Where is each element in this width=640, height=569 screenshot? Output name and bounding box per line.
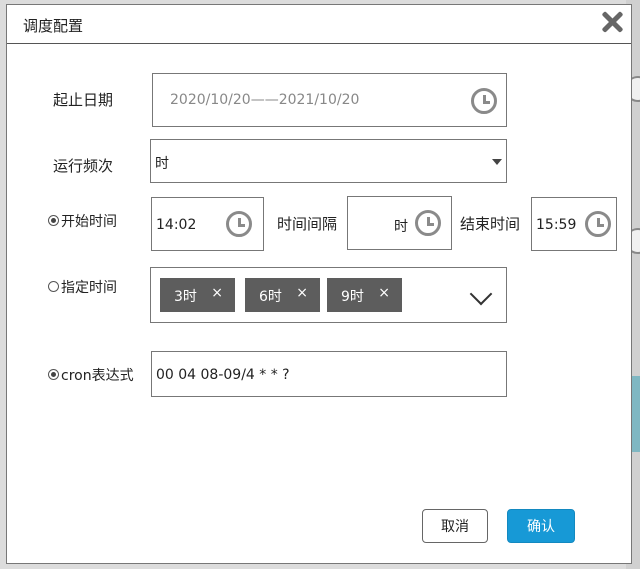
end-time-field[interactable]: 15:59 (531, 197, 617, 251)
frequency-value: 时 (155, 156, 169, 172)
confirm-button[interactable]: 确认 (507, 509, 575, 543)
interval-value: 时 (394, 219, 408, 235)
interval-field[interactable]: 时 (347, 196, 452, 250)
remove-tag-icon[interactable]: × (211, 285, 223, 301)
time-tag: 9时 × (327, 278, 402, 312)
start-time-field[interactable]: 14:02 (151, 197, 264, 251)
cron-label: cron表达式 (61, 368, 134, 384)
chevron-down-icon[interactable] (469, 282, 493, 306)
time-tag: 3时 × (160, 278, 235, 312)
specified-time-radio[interactable] (48, 281, 59, 292)
time-tag: 6时 × (245, 278, 320, 312)
time-tag-label: 3时 (174, 289, 197, 305)
close-icon[interactable] (599, 9, 625, 35)
frequency-select[interactable]: 时 (150, 139, 507, 183)
time-tag-label: 9时 (341, 289, 364, 305)
end-time-value: 15:59 (536, 217, 577, 233)
remove-tag-icon[interactable]: × (296, 285, 308, 301)
frequency-label: 运行频次 (53, 157, 114, 175)
date-range-value: 2020/10/20——2021/10/20 (170, 92, 360, 108)
date-range-label: 起止日期 (53, 91, 114, 109)
schedule-config-dialog: 调度配置 起止日期 2020/10/20——2021/10/20 运行频次 时 … (6, 4, 632, 564)
clock-icon[interactable] (415, 210, 441, 236)
cron-input[interactable]: 00 04 08-09/4 * * ? (151, 351, 507, 397)
start-time-radio[interactable] (48, 215, 59, 226)
cron-value: 00 04 08-09/4 * * ? (156, 367, 290, 383)
caret-down-icon (492, 159, 502, 165)
clock-icon[interactable] (226, 211, 252, 237)
dialog-header: 调度配置 (7, 5, 631, 44)
date-range-field[interactable]: 2020/10/20——2021/10/20 (152, 73, 507, 127)
start-time-label: 开始时间 (61, 214, 117, 230)
cancel-button[interactable]: 取消 (422, 509, 488, 543)
start-time-value: 14:02 (156, 217, 197, 233)
end-time-label: 结束时间 (460, 215, 521, 233)
clock-icon[interactable] (471, 88, 497, 114)
remove-tag-icon[interactable]: × (378, 285, 390, 301)
clock-icon[interactable] (585, 211, 611, 237)
specified-time-select[interactable]: 3时 × 6时 × 9时 × (150, 267, 507, 323)
time-tag-label: 6时 (259, 289, 282, 305)
interval-label: 时间间隔 (277, 215, 338, 233)
specified-time-label: 指定时间 (61, 280, 117, 296)
cron-radio[interactable] (48, 369, 59, 380)
dialog-title: 调度配置 (23, 17, 84, 35)
